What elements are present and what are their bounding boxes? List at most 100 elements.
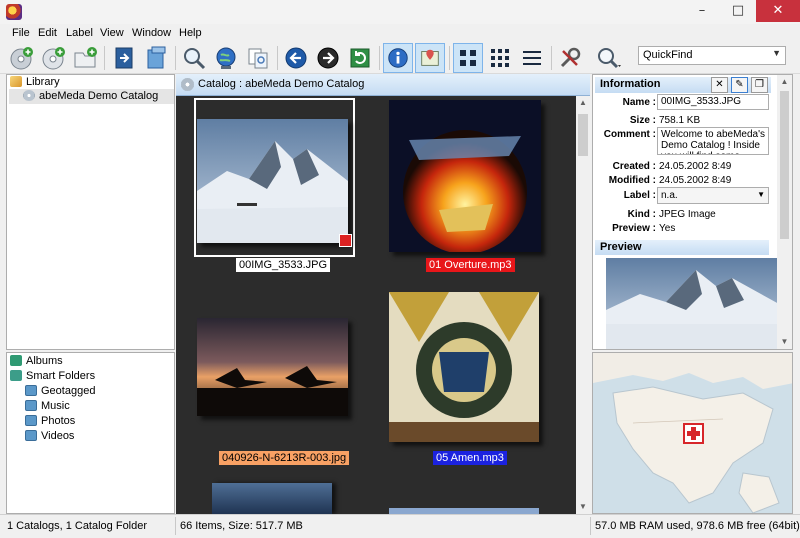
folder-icon — [25, 400, 37, 411]
thumbnail-040926[interactable] — [197, 318, 348, 416]
map-pane-icon[interactable] — [415, 43, 445, 73]
maximize-button[interactable]: □ — [720, 0, 756, 22]
menu-help[interactable]: Help — [179, 27, 202, 39]
status-divider — [590, 517, 591, 535]
thumbnail-caption: 040926-N-6213R-003.jpg — [219, 451, 350, 465]
preview-label: Preview : — [612, 223, 656, 234]
scroll-up-icon[interactable]: ▲ — [777, 75, 792, 89]
toolbar-separator — [551, 46, 552, 70]
menu-label[interactable]: Label — [66, 27, 93, 39]
app-icon[interactable] — [6, 4, 22, 20]
settings-icon[interactable] — [555, 43, 585, 73]
thumbnail-05-amen[interactable] — [389, 292, 539, 442]
export-icon[interactable] — [141, 43, 171, 73]
label-select[interactable]: n.a. ▼ — [657, 187, 769, 204]
library-panel: Library abeMeda Demo Catalog — [6, 74, 175, 350]
status-catalogs: 1 Catalogs, 1 Catalog Folder — [7, 520, 148, 532]
close-icon[interactable]: ✕ — [711, 77, 728, 93]
album-cover — [389, 292, 539, 442]
geotag-badge-icon — [339, 234, 352, 247]
smart-folder-geotagged[interactable]: Geotagged — [25, 384, 95, 399]
size-value: 758.1 KB — [659, 115, 701, 126]
smart-folder-icon — [10, 370, 22, 381]
refresh-icon[interactable] — [345, 43, 375, 73]
quickfind-label: QuickFind — [643, 49, 693, 61]
edit-icon[interactable]: ✎ — [731, 77, 748, 93]
add-folder-icon[interactable] — [70, 43, 100, 73]
kind-label: Kind : — [627, 209, 656, 220]
quickfind-field[interactable]: QuickFind ▼ — [638, 46, 786, 65]
smart-folder-label: Videos — [41, 430, 75, 442]
thumbnail-00img-3533[interactable] — [197, 119, 352, 247]
library-root[interactable]: Library — [10, 75, 173, 90]
library-item-catalog[interactable]: abeMeda Demo Catalog — [9, 89, 174, 104]
info-icon[interactable] — [383, 43, 413, 73]
add-catalog-icon[interactable] — [6, 43, 36, 73]
toolbar-separator — [379, 46, 380, 70]
albums-root[interactable]: Albums — [10, 354, 63, 369]
map-pin-icon[interactable] — [683, 423, 704, 444]
thumbnail-partial[interactable] — [212, 483, 332, 514]
globe-icon[interactable] — [211, 43, 241, 73]
minimize-button[interactable]: – — [684, 0, 720, 22]
thumbnail-01-overture[interactable] — [389, 100, 541, 254]
menu-view[interactable]: View — [100, 27, 124, 39]
chevron-down-icon[interactable]: ▼ — [772, 48, 781, 58]
quickfind-icon[interactable] — [593, 43, 623, 73]
preview-image — [606, 258, 779, 349]
duplicates-icon[interactable] — [243, 43, 273, 73]
modified-value: 24.05.2002 8:49 — [659, 175, 732, 186]
name-label: Name : — [622, 97, 656, 108]
grid-view-icon[interactable] — [453, 43, 483, 73]
disc-icon — [23, 90, 35, 101]
list-view-icon[interactable] — [517, 43, 547, 73]
status-items: 66 Items, Size: 517.7 MB — [180, 520, 303, 532]
smart-folder-music[interactable]: Music — [25, 399, 70, 414]
menu-window[interactable]: Window — [132, 27, 171, 39]
thumbnail-caption: 05 Amen.mp3 — [433, 451, 507, 465]
album-cover — [389, 100, 541, 254]
label-select-value: n.a. — [661, 190, 678, 201]
kind-value: JPEG Image — [659, 209, 716, 220]
map-panel[interactable] — [592, 352, 793, 514]
small-grid-view-icon[interactable] — [485, 43, 515, 73]
smart-folder-label: Music — [41, 400, 70, 412]
scroll-down-icon[interactable]: ▼ — [777, 335, 792, 349]
smart-folder-label: Photos — [41, 415, 76, 427]
catalog-scrollbar[interactable]: ▲ ▼ — [576, 96, 590, 514]
smart-folders-title: Smart Folders — [26, 370, 96, 382]
toolbar-separator — [277, 46, 278, 70]
toolbar-separator — [449, 46, 450, 70]
status-memory: 57.0 MB RAM used, 978.6 MB free (64bit) — [595, 520, 800, 532]
thumbnail-caption: 01 Overture.mp3 — [426, 258, 515, 272]
modified-label: Modified : — [608, 175, 656, 186]
back-icon[interactable] — [281, 43, 311, 73]
toolbar-separator — [104, 46, 105, 70]
scroll-up-icon[interactable]: ▲ — [576, 96, 590, 110]
name-field[interactable]: 00IMG_3533.JPG — [657, 94, 769, 110]
smart-folders-root[interactable]: Smart Folders — [10, 369, 95, 384]
information-scrollbar[interactable]: ▲ ▼ — [777, 75, 792, 349]
menu-file[interactable]: File — [12, 27, 30, 39]
smart-folder-photos[interactable]: Photos — [25, 414, 75, 429]
scroll-thumb[interactable] — [780, 91, 789, 239]
chevron-down-icon[interactable]: ▼ — [757, 190, 765, 199]
disc-icon — [181, 78, 194, 91]
forward-icon[interactable] — [313, 43, 343, 73]
search-icon[interactable] — [179, 43, 209, 73]
scroll-down-icon[interactable]: ▼ — [576, 500, 590, 514]
created-label: Created : — [612, 161, 656, 172]
add-disc-icon[interactable] — [38, 43, 68, 73]
albums-icon — [10, 355, 22, 366]
status-bar: 1 Catalogs, 1 Catalog Folder 66 Items, S… — [0, 514, 800, 538]
scroll-thumb[interactable] — [578, 114, 588, 156]
menu-edit[interactable]: Edit — [38, 27, 57, 39]
thumbnail-caption: 00IMG_3533.JPG — [236, 258, 331, 272]
detach-icon[interactable]: ❐ — [751, 77, 768, 93]
smart-folder-videos[interactable]: Videos — [25, 429, 74, 444]
comment-field[interactable]: Welcome to abeMeda's Demo Catalog ! Insi… — [657, 127, 769, 155]
folder-icon — [25, 430, 37, 441]
import-icon[interactable] — [109, 43, 139, 73]
close-button[interactable]: ✕ — [756, 0, 800, 22]
folder-icon — [25, 415, 37, 426]
